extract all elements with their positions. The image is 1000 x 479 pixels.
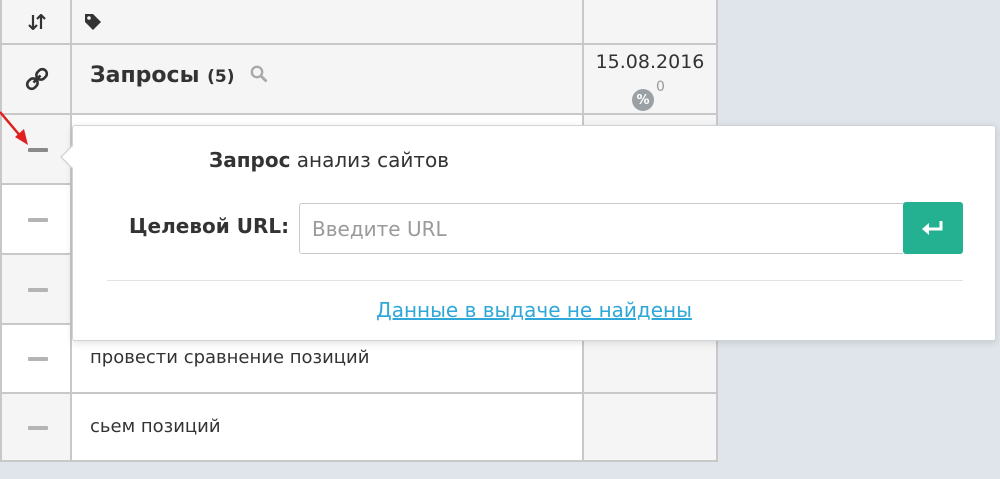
dash-icon bbox=[28, 288, 48, 292]
popover-divider bbox=[107, 280, 963, 281]
popover-query: Запрос анализ сайтов bbox=[209, 148, 449, 172]
row-position-cell bbox=[584, 394, 718, 462]
popover-query-prefix: Запрос bbox=[209, 148, 291, 172]
sort-header-cell[interactable] bbox=[0, 0, 72, 45]
queries-title-text: Запросы bbox=[90, 63, 200, 88]
percent-badge: % bbox=[632, 89, 654, 111]
queries-header-cell: Запросы (5) bbox=[72, 45, 584, 115]
dash-icon bbox=[28, 426, 48, 430]
row-query-text: провести сравнение позиций bbox=[90, 347, 370, 368]
enter-icon bbox=[922, 221, 943, 235]
percent-value: 0 bbox=[656, 79, 665, 95]
no-results-link[interactable]: Данные в выдаче не найдены bbox=[73, 298, 995, 322]
dash-icon bbox=[28, 218, 48, 222]
date-column-header[interactable]: 15.08.2016 % 0 bbox=[584, 45, 718, 115]
tag-icon[interactable] bbox=[80, 0, 106, 43]
query-popover: Запрос анализ сайтов Целевой URL: Данные… bbox=[60, 125, 996, 341]
target-url-input[interactable] bbox=[299, 203, 903, 254]
date-header-top-cell bbox=[584, 0, 718, 45]
queries-title: Запросы (5) bbox=[90, 63, 235, 88]
queries-count: (5) bbox=[207, 67, 235, 87]
popover-query-text: анализ сайтов bbox=[296, 148, 450, 172]
row-status-cell[interactable] bbox=[0, 185, 72, 255]
target-url-label: Целевой URL: bbox=[129, 214, 290, 238]
dash-icon bbox=[28, 357, 48, 361]
row-status-cell[interactable] bbox=[0, 255, 72, 325]
submit-url-button[interactable] bbox=[903, 202, 963, 254]
row-query-text: сьем позиций bbox=[90, 416, 221, 437]
tag-header-cell[interactable] bbox=[72, 0, 584, 45]
sort-icon[interactable] bbox=[2, 0, 72, 43]
annotation-arrow-icon bbox=[0, 111, 28, 145]
percent-symbol: % bbox=[636, 92, 650, 108]
row-status-cell[interactable] bbox=[0, 394, 72, 462]
date-label: 15.08.2016 bbox=[595, 51, 705, 73]
row-status-cell[interactable] bbox=[0, 325, 72, 394]
link-icon[interactable] bbox=[2, 45, 72, 113]
row-query-cell[interactable]: сьем позиций bbox=[72, 394, 584, 462]
popover-caret-fill bbox=[62, 145, 74, 169]
search-icon[interactable] bbox=[248, 63, 270, 85]
